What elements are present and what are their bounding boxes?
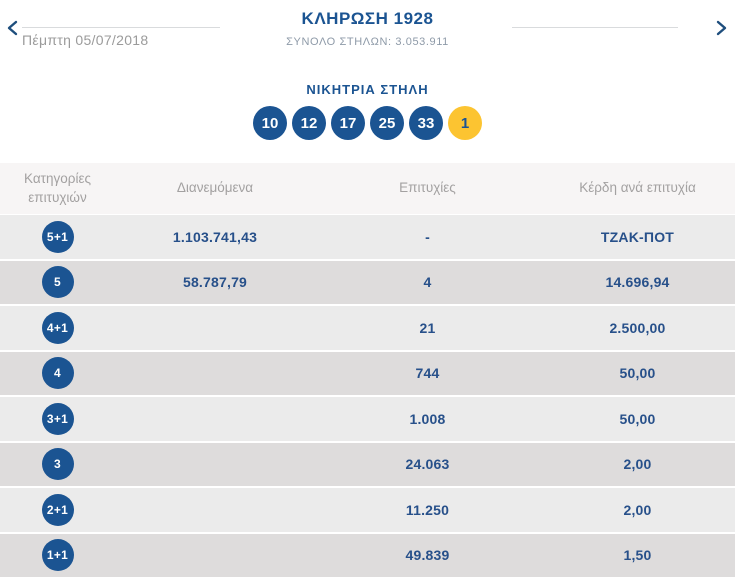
result-row: 3 24.063 2,00 bbox=[0, 442, 735, 487]
category-badge: 5 bbox=[41, 266, 74, 299]
category-cell: 4+1 bbox=[0, 306, 115, 350]
distributed-amount bbox=[115, 397, 315, 441]
wins-count: 744 bbox=[415, 365, 440, 382]
wins-count: 24.063 bbox=[405, 456, 450, 473]
distributed-amount bbox=[115, 306, 315, 350]
result-row: 4 744 50,00 bbox=[0, 351, 735, 396]
category-cell: 2+1 bbox=[0, 488, 115, 532]
winning-column-section: ΝΙΚΗΤΡΙΑ ΣΤΗΛΗ 10 12 17 25 33 1 bbox=[0, 82, 735, 140]
joker-bonus-ball: 1 bbox=[448, 106, 482, 140]
column-header-categories: Κατηγορίες επιτυχιών bbox=[24, 170, 91, 205]
wins-count: - bbox=[425, 228, 430, 245]
distributed-amount: 58.787,79 bbox=[182, 274, 248, 291]
prize-per-win: ΤΖΑΚ-ΠΟΤ bbox=[600, 228, 675, 245]
results-table-body: 5+1 1.103.741,43 - ΤΖΑΚ-ΠΟΤ 5 58.787,79 4 14.69… bbox=[0, 215, 735, 577]
prize-per-win: 2.500,00 bbox=[609, 319, 666, 336]
wins-count: 4 bbox=[423, 274, 432, 291]
result-row: 5+1 1.103.741,43 - ΤΖΑΚ-ΠΟΤ bbox=[0, 215, 735, 259]
distributed-amount bbox=[115, 352, 315, 396]
draw-title: ΚΛΗΡΩΣΗ 1928 bbox=[301, 9, 434, 28]
column-header-prize: Κέρδη ανά επιτυχία bbox=[579, 180, 696, 196]
prize-per-win: 50,00 bbox=[619, 410, 656, 427]
category-cell: 1+1 bbox=[0, 534, 115, 578]
category-cell: 5+1 bbox=[0, 215, 115, 259]
category-badge: 4 bbox=[41, 357, 74, 390]
distributed-amount bbox=[115, 488, 315, 532]
category-cell: 5 bbox=[0, 261, 115, 305]
category-badge: 1+1 bbox=[41, 539, 74, 572]
category-badge: 4+1 bbox=[41, 311, 74, 344]
category-badge: 2+1 bbox=[41, 493, 74, 526]
category-badge: 3+1 bbox=[41, 402, 74, 435]
prize-per-win: 14.696,94 bbox=[605, 274, 670, 291]
wins-count: 1.008 bbox=[409, 410, 446, 427]
joker-draw-results-page: Πέμπτη 05/07/2018 ΚΛΗΡΩΣΗ 1928 ΣΥΝΟΛΟ ΣΤ… bbox=[0, 0, 735, 578]
winning-number-ball: 12 bbox=[292, 106, 326, 140]
prize-per-win: 50,00 bbox=[619, 365, 656, 382]
prize-per-win: 2,00 bbox=[623, 501, 652, 518]
column-header-distributed: Διανεμόμενα bbox=[176, 180, 254, 196]
prize-per-win: 1,50 bbox=[623, 547, 652, 564]
winning-numbers: 10 12 17 25 33 1 bbox=[0, 106, 735, 140]
winning-number-ball: 25 bbox=[370, 106, 404, 140]
prize-per-win: 2,00 bbox=[623, 456, 652, 473]
distributed-amount bbox=[115, 534, 315, 578]
wins-count: 11.250 bbox=[405, 501, 450, 518]
total-columns-label: ΣΥΝΟΛΟ ΣΤΗΛΩΝ: 3.053.911 bbox=[286, 36, 449, 48]
category-cell: 3 bbox=[0, 443, 115, 487]
category-badge: 5+1 bbox=[41, 220, 74, 253]
category-badge: 3 bbox=[41, 448, 74, 481]
wins-count: 21 bbox=[419, 319, 436, 336]
result-row: 3+1 1.008 50,00 bbox=[0, 397, 735, 441]
winning-column-heading: ΝΙΚΗΤΡΙΑ ΣΤΗΛΗ bbox=[306, 82, 429, 97]
wins-count: 49.839 bbox=[405, 547, 450, 564]
distributed-amount: 1.103.741,43 bbox=[172, 228, 258, 245]
column-header-wins: Επιτυχίες bbox=[399, 180, 456, 196]
winning-number-ball: 33 bbox=[409, 106, 443, 140]
result-row: 4+1 21 2.500,00 bbox=[0, 306, 735, 350]
category-cell: 4 bbox=[0, 352, 115, 396]
winning-number-ball: 17 bbox=[331, 106, 365, 140]
results-table: Κατηγορίες επιτυχιών Διανεμόμενα Επιτυχί… bbox=[0, 163, 735, 577]
divider-line-right bbox=[512, 27, 678, 28]
draw-header: Πέμπτη 05/07/2018 ΚΛΗΡΩΣΗ 1928 ΣΥΝΟΛΟ ΣΤ… bbox=[0, 0, 735, 60]
draw-title-block: ΚΛΗΡΩΣΗ 1928 ΣΥΝΟΛΟ ΣΤΗΛΩΝ: 3.053.911 bbox=[0, 9, 735, 48]
distributed-amount bbox=[115, 443, 315, 487]
winning-number-ball: 10 bbox=[253, 106, 287, 140]
result-row: 1+1 49.839 1,50 bbox=[0, 533, 735, 578]
category-cell: 3+1 bbox=[0, 397, 115, 441]
result-row: 5 58.787,79 4 14.696,94 bbox=[0, 260, 735, 305]
chevron-right-icon[interactable] bbox=[714, 20, 728, 36]
results-table-header: Κατηγορίες επιτυχιών Διανεμόμενα Επιτυχί… bbox=[0, 163, 735, 214]
result-row: 2+1 11.250 2,00 bbox=[0, 488, 735, 532]
